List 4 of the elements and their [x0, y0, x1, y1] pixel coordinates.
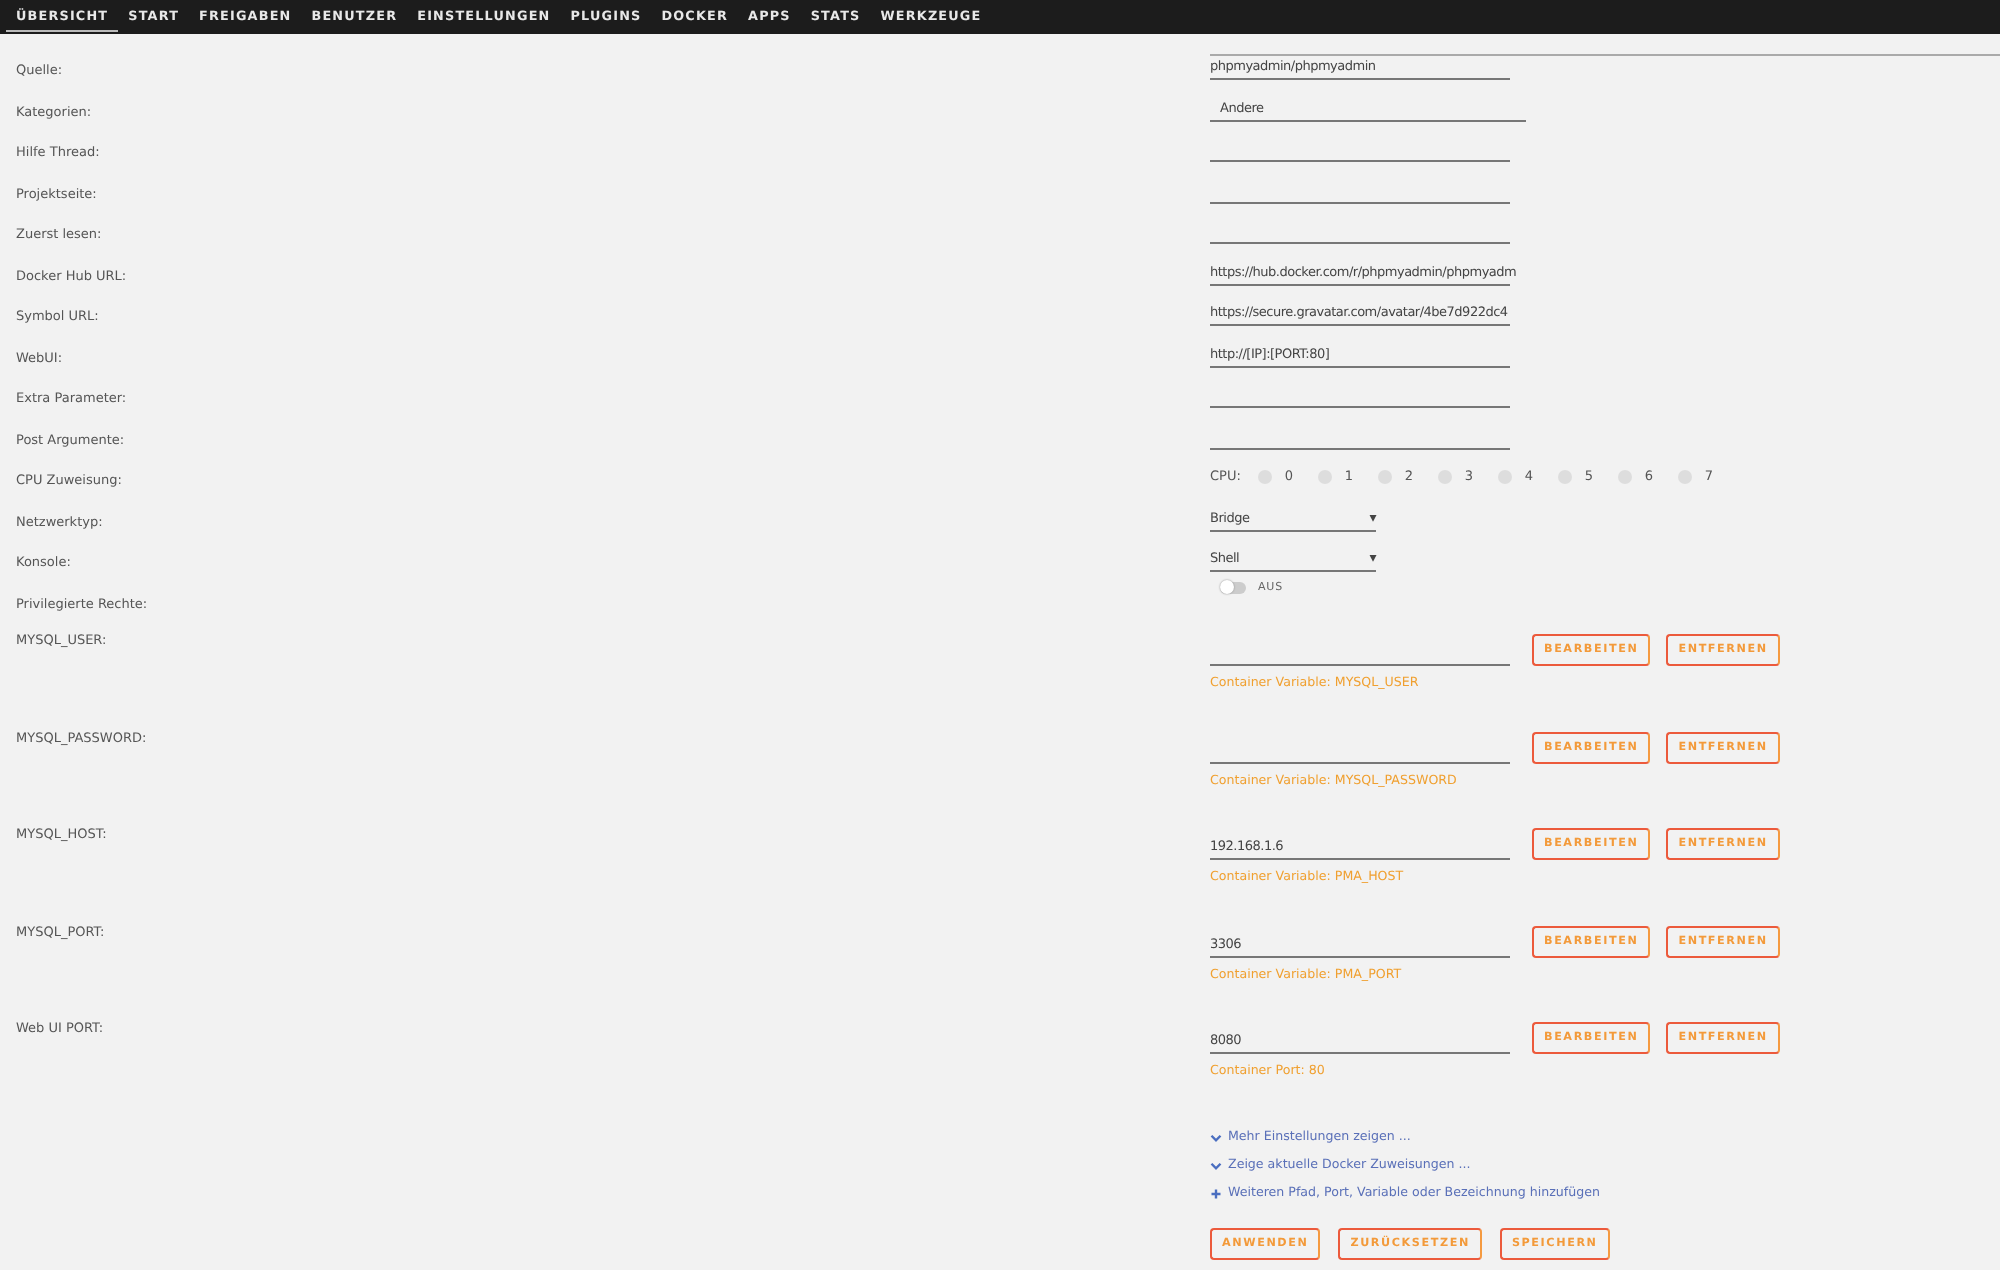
plus-icon [1210, 1187, 1222, 1199]
chevron-down-icon [1210, 1159, 1222, 1171]
chevron-down-icon [1210, 1131, 1222, 1143]
toggle-switch[interactable] [1220, 581, 1246, 593]
